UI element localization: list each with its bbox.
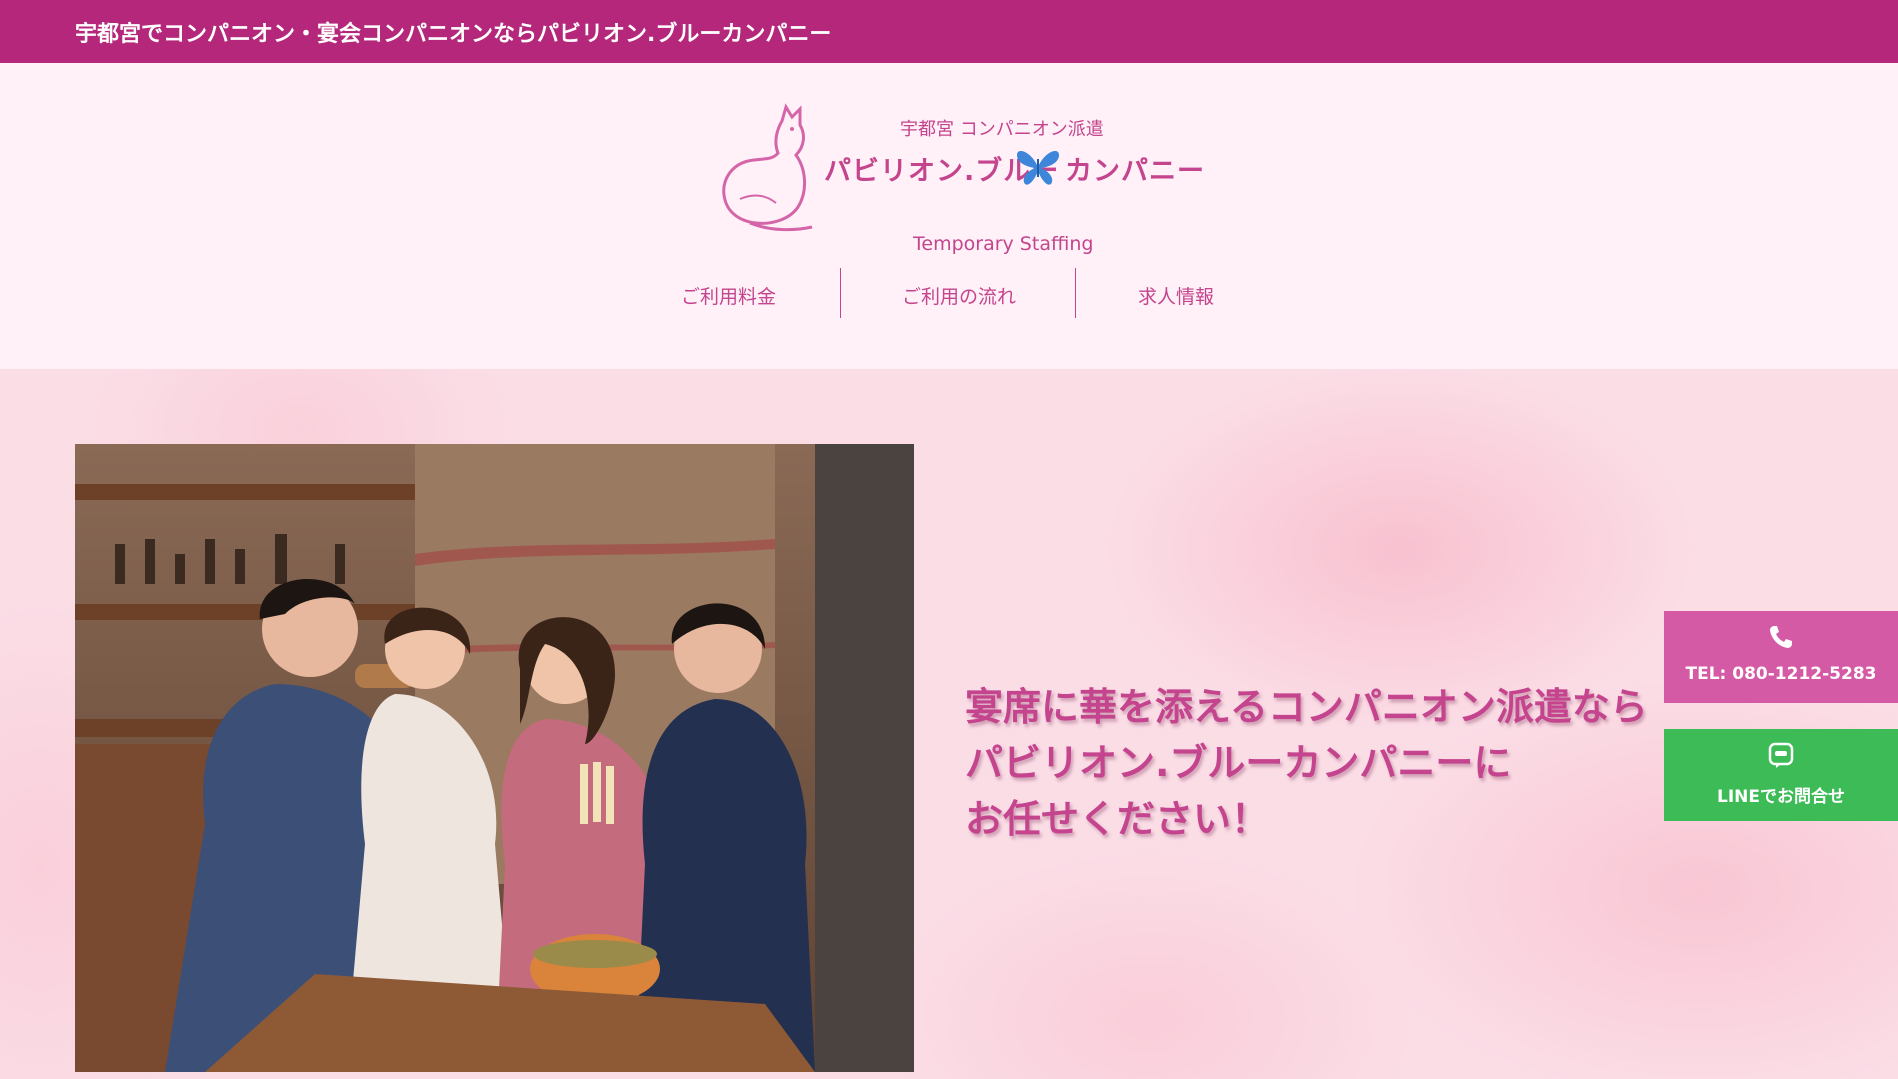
phone-icon bbox=[1770, 626, 1792, 648]
top-banner: 宇都宮でコンパニオン・宴会コンパニオンならパビリオン.ブルーカンパニー bbox=[0, 0, 1898, 63]
line-contact-button[interactable]: LINEでお問合せ bbox=[1664, 729, 1898, 821]
nav-divider bbox=[840, 268, 841, 318]
tel-number: TEL: 080-1212-5283 bbox=[1685, 664, 1877, 684]
site-header: 宇都宮 コンパニオン派遣 パビリオン.ブルー カンパニー Temporary S… bbox=[0, 63, 1898, 369]
line-contact-label: LINEでお問合せ bbox=[1717, 787, 1845, 807]
tagline-line: 宴席に華を添えるコンパニオン派遣なら bbox=[965, 685, 1648, 729]
site-logo[interactable]: 宇都宮 コンパニオン派遣 パビリオン.ブルー カンパニー Temporary S… bbox=[720, 103, 1204, 255]
cat-logo-icon bbox=[722, 103, 813, 232]
logo-name-right: カンパニー bbox=[1065, 156, 1205, 187]
tel-contact-button[interactable]: TEL: 080-1212-5283 bbox=[1664, 611, 1898, 703]
nav-item-pricing[interactable]: ご利用料金 bbox=[681, 282, 776, 309]
butterfly-icon bbox=[1017, 151, 1059, 185]
tagline-line: パビリオン.ブルーカンパニーに bbox=[965, 741, 1512, 785]
hero-tagline: 宴席に華を添えるコンパニオン派遣なら パビリオン.ブルーカンパニーに お任せくだ… bbox=[965, 679, 1665, 847]
line-chat-icon bbox=[1768, 742, 1794, 768]
nav-divider bbox=[1075, 268, 1076, 318]
site-tagline: 宇都宮でコンパニオン・宴会コンパニオンならパビリオン.ブルーカンパニー bbox=[75, 22, 832, 47]
nav-item-flow[interactable]: ご利用の流れ bbox=[902, 282, 1016, 309]
nav-item-recruit[interactable]: 求人情報 bbox=[1138, 282, 1214, 309]
hero-photo bbox=[75, 444, 914, 1072]
hero-section: 宴席に華を添えるコンパニオン派遣なら パビリオン.ブルーカンパニーに お任せくだ… bbox=[0, 369, 1898, 1079]
main-navigation: ご利用料金 ご利用の流れ 求人情報 bbox=[0, 268, 1898, 324]
logo-subtitle-bottom: Temporary Staffing bbox=[913, 233, 1094, 255]
logo-subtitle-top: 宇都宮 コンパニオン派遣 bbox=[900, 119, 1104, 140]
hero-photo-illustration bbox=[75, 444, 914, 1072]
tagline-line: お任せください！ bbox=[965, 797, 1270, 841]
